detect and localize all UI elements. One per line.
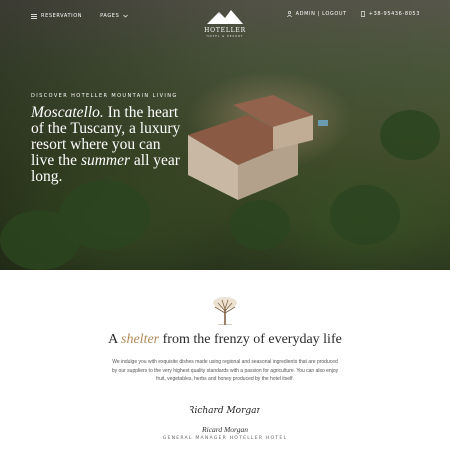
manager-signature: Richard Morgan	[190, 406, 260, 416]
nav-left: Reservation Pages	[31, 13, 129, 19]
resort-building-illustration	[188, 95, 328, 200]
nav-pages-label: Pages	[100, 13, 120, 19]
phone-icon	[360, 11, 365, 17]
section-title: A shelter from the frenzy of everyday li…	[0, 332, 450, 348]
hero-headline: Moscatello. In the heart of the Tuscany,…	[31, 105, 181, 185]
chevron-down-icon	[123, 14, 129, 18]
nav-reservation[interactable]: Reservation	[31, 13, 82, 19]
logo-name: HOTELLER	[204, 27, 246, 34]
signature-text: Richard Morgan	[190, 406, 260, 416]
signer-name: Ricard Morgan	[202, 425, 248, 434]
phone-link[interactable]: +38-95436-8053	[360, 11, 420, 17]
intro-body: We indulge you with exquisite dishes mad…	[111, 359, 339, 382]
phone-number: +38-95436-8053	[368, 11, 420, 17]
hero-banner: Reservation Pages HOTELLER HOTEL & RESOR…	[0, 0, 450, 270]
account-label: ADMIN | LOGOUT	[295, 11, 347, 17]
hero-eyebrow: Discover Hoteller Mountain Living	[31, 93, 178, 99]
headline-place: Moscatello.	[31, 104, 104, 121]
hotel-logo[interactable]: HOTELLER HOTEL & RESORT	[200, 10, 250, 38]
user-icon	[286, 11, 292, 17]
title-suffix: from the frenzy of everyday life	[162, 332, 342, 347]
hero-text: Discover Hoteller Mountain Living Moscat…	[31, 93, 181, 185]
title-prefix: A	[108, 332, 118, 347]
menu-icon	[31, 13, 37, 19]
nav-pages[interactable]: Pages	[100, 13, 129, 19]
mountain-logo-icon	[207, 10, 243, 24]
top-navigation-bar: Reservation Pages HOTELLER HOTEL & RESOR…	[0, 0, 450, 38]
tree-icon	[213, 297, 237, 325]
account-link[interactable]: ADMIN | LOGOUT	[286, 11, 347, 17]
tree-cluster	[0, 210, 80, 270]
signer-role: General Manager Hoteller Hotel	[162, 436, 288, 441]
tree-cluster	[380, 110, 440, 160]
tree-cluster	[230, 200, 290, 250]
nav-reservation-label: Reservation	[41, 13, 83, 19]
title-accent: shelter	[121, 332, 160, 347]
logo-tagline: HOTEL & RESORT	[206, 35, 244, 38]
nav-right: ADMIN | LOGOUT +38-95436-8053	[286, 11, 420, 17]
headline-accent: summer	[80, 152, 131, 169]
tree-cluster	[330, 185, 400, 245]
